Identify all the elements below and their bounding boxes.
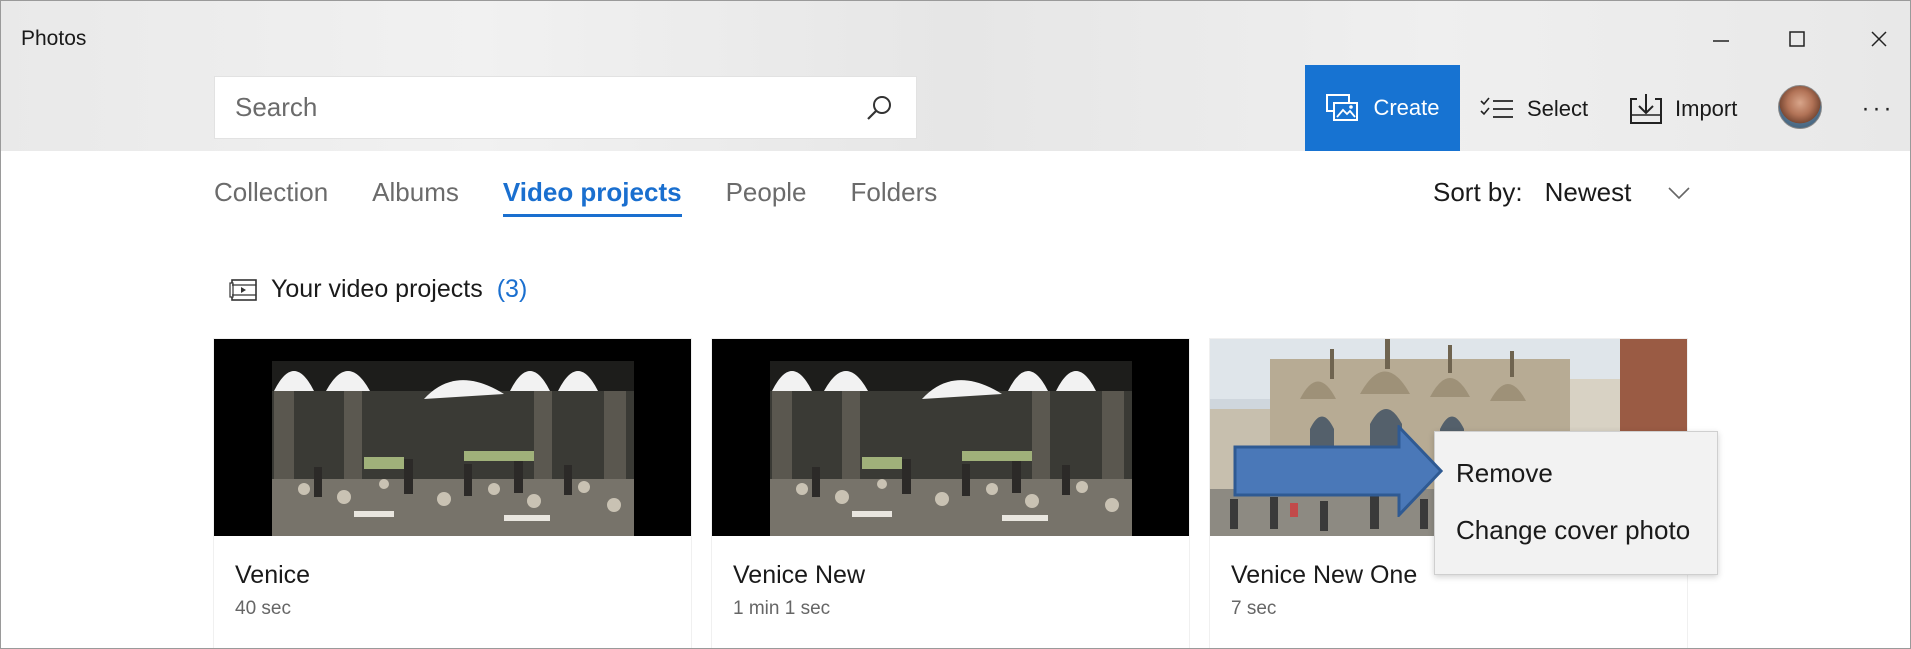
project-duration: 40 sec xyxy=(235,598,291,619)
search-input[interactable] xyxy=(215,77,855,138)
select-icon xyxy=(1480,97,1513,118)
project-thumbnail xyxy=(712,339,1189,536)
more-options-button[interactable]: ··· xyxy=(1856,89,1900,129)
project-title: Venice xyxy=(235,561,311,589)
search-box xyxy=(214,76,917,139)
video-project-card[interactable]: Venice New 1 min 1 sec xyxy=(712,339,1189,648)
create-label: Create xyxy=(1373,95,1440,120)
search-button[interactable] xyxy=(862,91,896,125)
create-button[interactable]: Create xyxy=(1305,65,1460,151)
video-project-card[interactable]: Venice 40 sec xyxy=(214,339,691,648)
search-icon xyxy=(867,96,891,120)
select-button[interactable]: Select xyxy=(1479,89,1588,129)
section-count: (3) xyxy=(496,275,528,303)
import-icon xyxy=(1630,94,1662,124)
tab-folders[interactable]: Folders xyxy=(851,177,938,217)
sort-value: Newest xyxy=(1544,177,1632,207)
minimize-button[interactable] xyxy=(1701,19,1741,59)
menu-item-change-cover-photo[interactable]: Change cover photo xyxy=(1456,515,1690,546)
tab-video-projects[interactable]: Video projects xyxy=(502,177,682,217)
project-title: Venice New xyxy=(733,561,866,589)
tab-albums[interactable]: Albums xyxy=(372,177,459,217)
photos-window: Photos Create xyxy=(0,0,1911,649)
create-icon xyxy=(1326,94,1359,121)
sort-dropdown[interactable]: Sort by: Newest xyxy=(1433,177,1691,208)
section-header: Your video projects (3) xyxy=(229,275,527,304)
section-title: Your video projects xyxy=(271,275,483,303)
app-title: Photos xyxy=(21,27,87,50)
video-project-icon xyxy=(229,278,257,301)
import-button[interactable]: Import xyxy=(1629,89,1737,129)
sort-label: Sort by: xyxy=(1433,177,1523,207)
project-duration: 7 sec xyxy=(1231,598,1277,619)
close-icon xyxy=(1871,31,1887,47)
maximize-button[interactable] xyxy=(1777,19,1817,59)
title-bar: Photos Create xyxy=(1,1,1910,151)
project-duration: 1 min 1 sec xyxy=(733,598,831,619)
maximize-icon xyxy=(1789,31,1805,47)
select-label: Select xyxy=(1527,96,1589,121)
project-title: Venice New One xyxy=(1231,561,1418,589)
avatar[interactable] xyxy=(1778,85,1822,129)
nav-tabs: Collection Albums Video projects People … xyxy=(214,177,981,217)
close-button[interactable] xyxy=(1859,19,1899,59)
import-label: Import xyxy=(1675,96,1738,121)
minimize-icon xyxy=(1713,40,1729,42)
project-thumbnail xyxy=(214,339,691,536)
tab-people[interactable]: People xyxy=(726,177,807,217)
context-menu: Remove Change cover photo xyxy=(1434,431,1718,575)
tab-collection[interactable]: Collection xyxy=(214,177,328,217)
menu-item-remove[interactable]: Remove xyxy=(1456,458,1553,489)
chevron-down-icon xyxy=(1667,186,1691,200)
